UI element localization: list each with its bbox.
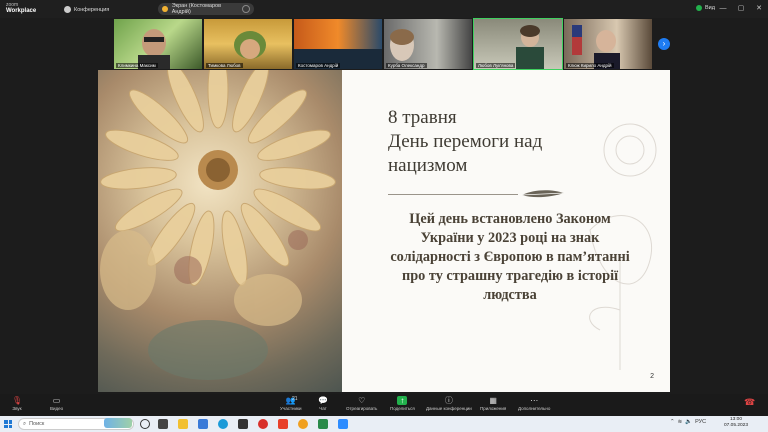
view-label: Вид — [705, 5, 715, 11]
participant-gallery: Климкина Максим Тимкова Любов Костомаров… — [114, 18, 652, 70]
apps-icon: ▦ — [489, 396, 497, 405]
share-screen-button[interactable]: ↑ Поделиться — [390, 396, 415, 411]
system-tray: ⌃ ≋ 🔈 РУС — [670, 419, 706, 425]
meeting-toolbar: 🎙 Звук ▭ Видео 👥 Участники 21 💬 Чат ♡ От… — [0, 394, 768, 416]
logo-line2: Workplace — [6, 8, 37, 14]
participant-tile[interactable]: Климкина Максим — [114, 19, 202, 69]
share-label: Экран (Костомаров Андрій) — [171, 3, 222, 15]
participant-name: Любов Лук'янова — [476, 63, 516, 68]
participant-name: Костомаров Андрій — [296, 63, 341, 68]
search-icon: ⌕ — [23, 420, 27, 427]
task-view-icon[interactable] — [158, 419, 168, 429]
minimize-button[interactable]: — — [718, 4, 728, 13]
participant-name: Клюж Кирило Андрій — [566, 63, 614, 68]
view-button[interactable]: Вид — [696, 5, 715, 11]
slide-title-line1: 8 травня — [388, 107, 457, 128]
feather-icon — [521, 190, 565, 198]
conference-info-button[interactable]: ⓘ Данные конференции — [426, 396, 472, 411]
conference-label: Конференция — [74, 6, 110, 13]
security-shield-icon — [696, 5, 702, 11]
video-label: Видео — [50, 406, 64, 411]
heart-icon: ♡ — [358, 396, 366, 405]
video-button[interactable]: ▭ Видео — [50, 396, 63, 411]
search-highlight-image — [104, 418, 132, 428]
microphone-muted-icon: 🎙 — [12, 396, 23, 405]
gallery-next-icon[interactable]: › — [658, 38, 670, 50]
volume-icon[interactable]: 🔈 — [685, 419, 692, 425]
chat-icon: 💬 — [318, 396, 328, 405]
participant-tile-active[interactable]: Любов Лук'янова — [473, 18, 563, 70]
office-icon[interactable] — [278, 419, 288, 429]
chat-button[interactable]: 💬 Чат — [318, 396, 328, 411]
camera-icon: ▭ — [52, 396, 61, 405]
slide-page-number: 2 — [650, 373, 654, 380]
slide-body-text: Цей день встановлено Законом України у 2… — [390, 211, 630, 303]
language-indicator[interactable]: РУС — [695, 419, 706, 425]
audio-button[interactable]: 🎙 Звук — [12, 396, 22, 411]
apps-button[interactable]: ▦ Приложения — [480, 396, 506, 411]
conference-info-label: Данные конференции — [426, 406, 472, 411]
react-button[interactable]: ♡ Отреагировать — [346, 396, 377, 411]
store-icon[interactable] — [238, 419, 248, 429]
info-icon: ⓘ — [444, 396, 453, 405]
share-label: Поделиться — [390, 406, 415, 411]
participant-tile[interactable]: Костомаров Андрій — [294, 19, 382, 69]
flower-photo — [98, 70, 342, 392]
search-placeholder: Поиск — [29, 421, 45, 427]
apps-label: Приложения — [480, 406, 507, 411]
zoom-taskbar-icon[interactable] — [338, 419, 348, 429]
participant-video — [572, 25, 620, 69]
chrome-icon[interactable] — [298, 419, 308, 429]
zoom-window: zoom Workplace Конференция Экран (Костом… — [0, 0, 768, 432]
share-status-icon — [162, 6, 168, 12]
participant-tile[interactable]: Клюж Кирило Андрій — [564, 19, 652, 69]
share-options-icon[interactable] — [242, 5, 251, 13]
react-label: Отреагировать — [346, 406, 378, 411]
opera-icon[interactable] — [258, 419, 268, 429]
close-button[interactable]: ✕ — [754, 4, 764, 13]
slide-title-line2: День перемоги над нацизмом — [388, 131, 543, 176]
file-explorer-icon[interactable] — [178, 419, 188, 429]
participant-video — [294, 49, 382, 69]
participant-video — [390, 29, 414, 61]
more-icon: ⋯ — [530, 396, 539, 405]
participant-tile[interactable]: Тимкова Любов — [204, 19, 292, 69]
chat-label: Чат — [319, 406, 327, 411]
title-divider — [388, 194, 518, 195]
network-icon[interactable]: ≋ — [678, 419, 683, 425]
edge-icon[interactable] — [218, 419, 228, 429]
cortana-icon[interactable] — [140, 419, 150, 429]
shared-screen: 8 травня День перемоги над нацизмом Цей … — [98, 70, 670, 392]
chevron-up-icon[interactable]: ⌃ — [670, 419, 675, 425]
audio-label: Звук — [12, 406, 22, 411]
clock-date: 07.05.2023 — [724, 423, 749, 428]
participant-video — [138, 29, 170, 69]
maximize-button[interactable]: ▢ — [736, 4, 746, 13]
leave-meeting-icon[interactable]: ☎ — [744, 397, 756, 411]
slide-content: 8 травня День перемоги над нацизмом Цей … — [342, 70, 670, 392]
participant-video — [234, 31, 266, 59]
participants-count: 21 — [292, 396, 298, 402]
conference-menu[interactable]: Конференция — [64, 6, 109, 13]
participant-video — [516, 25, 544, 69]
share-screen-icon: ↑ — [397, 396, 408, 405]
windows-start-icon[interactable] — [4, 420, 12, 428]
title-bar: zoom Workplace Конференция Экран (Костом… — [0, 0, 768, 18]
shield-icon — [64, 6, 71, 13]
taskbar-clock[interactable]: 13:00 07.05.2023 — [724, 417, 748, 429]
participants-label: Участники — [280, 406, 302, 411]
participants-button[interactable]: 👥 Участники — [280, 396, 302, 411]
participant-name: Климкина Максим — [116, 63, 158, 68]
participant-name: Тимкова Любов — [206, 63, 243, 68]
chrysanthemum-image — [100, 70, 336, 380]
app-icon[interactable] — [318, 419, 328, 429]
more-label: Дополнительно — [518, 406, 551, 411]
mail-icon[interactable] — [198, 419, 208, 429]
participant-name: Курба Олександр — [386, 63, 427, 68]
participant-tile[interactable]: Курба Олександр — [384, 19, 472, 69]
zoom-logo: zoom Workplace — [6, 2, 36, 14]
windows-taskbar: ⌕ Поиск ⌃ ≋ 🔈 РУС 13:00 07.05.2023 — [0, 416, 768, 432]
screen-share-indicator[interactable]: Экран (Костомаров Андрій) — [158, 3, 254, 15]
more-button[interactable]: ⋯ Дополнительно — [518, 396, 550, 411]
